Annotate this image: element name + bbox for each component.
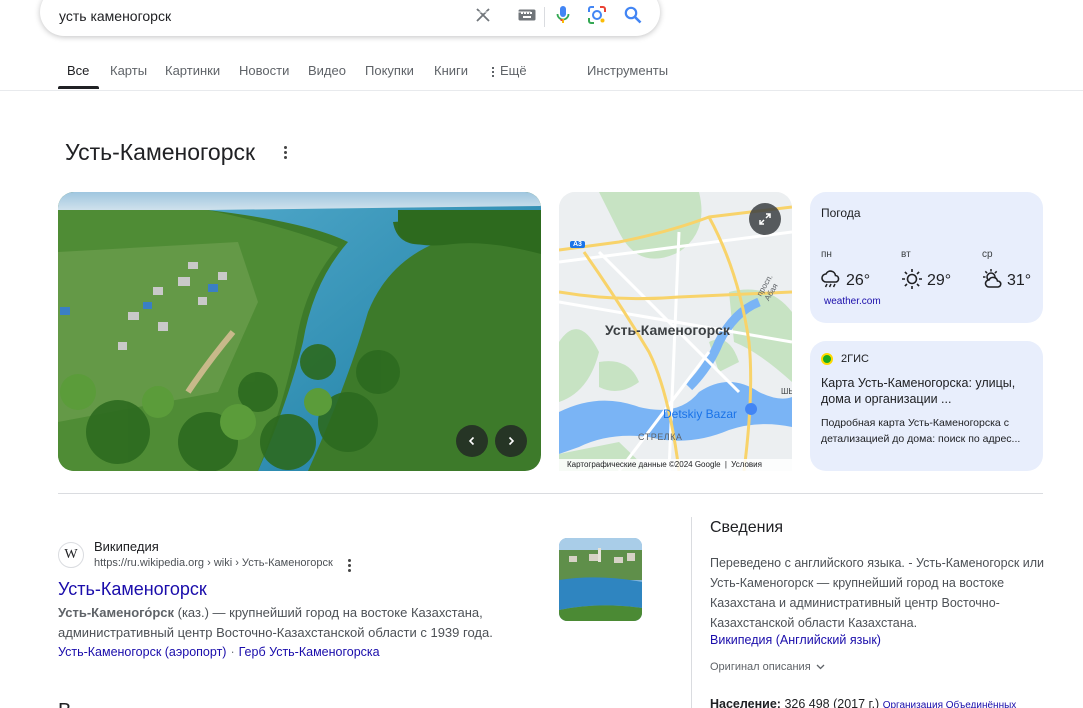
map-terms-link[interactable]: Условия — [731, 460, 762, 469]
result-sitelinks: Усть-Каменогорск (аэропорт) · Герб Усть-Ка… — [58, 645, 380, 659]
entity-title: Усть-Каменогорск — [65, 139, 256, 165]
gis-site-name: 2ГИС — [841, 353, 869, 365]
carousel-next-button[interactable] — [495, 425, 527, 457]
sitelink-separator: · — [230, 645, 235, 659]
search-box[interactable]: усть каменогорск — [40, 0, 660, 36]
population-label: Население: — [710, 697, 781, 708]
population-value: 326 498 (2017 г.) — [780, 697, 883, 708]
weather-temp-3: 31° — [1007, 272, 1032, 289]
city-thumbnail-image — [559, 538, 642, 621]
map-expand-button[interactable] — [749, 203, 781, 235]
chevron-left-icon — [468, 436, 475, 446]
sitelink-airport[interactable]: Усть-Каменогорск (аэропорт) — [58, 645, 226, 659]
sitelink-coat-of-arms[interactable]: Герб Усть-Каменогорска — [239, 645, 380, 659]
gis-card[interactable]: 2ГИС Карта Усть-Каменогорска: улицы, дом… — [810, 341, 1043, 471]
search-icon[interactable] — [622, 4, 644, 26]
info-description: Переведено с английского языка. - Усть-К… — [710, 556, 1045, 630]
population-source-link[interactable]: Организация Объединённых — [883, 700, 1017, 708]
weather-day-3: ср — [982, 249, 993, 260]
chevron-down-icon — [816, 664, 825, 670]
wikipedia-favicon: W — [58, 542, 84, 568]
carousel-progress-4 — [207, 11, 250, 13]
weather-source-link[interactable]: weather.com — [824, 296, 881, 307]
weather-day-1: пн — [821, 249, 832, 260]
tab-more[interactable]: Ещё — [492, 63, 527, 78]
map-preview[interactable]: A3 просп. Абая Усть-Каменогорск ШЫ Detsk… — [559, 192, 792, 471]
chevron-right-icon — [508, 436, 515, 446]
clear-icon[interactable] — [472, 4, 494, 26]
tab-news[interactable]: Новости — [239, 63, 289, 78]
result-url[interactable]: https://ru.wikipedia.org › wiki › Усть-К… — [94, 557, 333, 569]
partly-sunny-icon — [983, 269, 1002, 288]
carousel-progress-2 — [115, 11, 158, 13]
snippet-bold: Усть-Каменого́рск — [58, 605, 175, 620]
map-attribution-text: Картографические данные ©2024 Google — [567, 460, 721, 469]
route-badge: A3 — [570, 241, 585, 248]
weather-temp-2: 29° — [927, 272, 952, 289]
result-thumbnail[interactable] — [559, 538, 642, 621]
tab-video[interactable]: Видео — [308, 63, 346, 78]
tab-all[interactable]: Все — [67, 63, 89, 78]
map-attribution: Картографические данные ©2024 Google | У… — [559, 459, 792, 471]
weather-card[interactable]: Погода пн вт ср 26° 29° 31° weather.com — [810, 192, 1043, 323]
weather-temp-1: 26° — [846, 272, 871, 289]
original-description-toggle[interactable]: Оригинал описания — [710, 661, 825, 673]
population-row: Население: 326 498 (2017 г.) Организация… — [710, 697, 1016, 708]
entity-more-icon[interactable] — [284, 146, 288, 161]
rain-cloud-icon — [821, 270, 840, 288]
carousel-prev-button[interactable] — [456, 425, 488, 457]
map-district-label: СТРЕЛКА — [638, 432, 683, 442]
microphone-icon[interactable] — [552, 4, 574, 26]
section-divider — [58, 493, 1043, 494]
active-tab-indicator — [58, 86, 99, 89]
map-poi-label[interactable]: Detskiy Bazar — [663, 407, 737, 421]
tab-shopping[interactable]: Покупки — [365, 63, 414, 78]
gis-logo-icon — [821, 353, 833, 365]
result-title-link[interactable]: Усть-Каменогорск — [58, 579, 207, 600]
carousel-progress-3 — [161, 11, 204, 13]
search-divider — [544, 7, 545, 27]
more-vert-icon — [492, 66, 495, 77]
gis-description: Подробная карта Усть-Каменогорска с дета… — [821, 417, 1021, 445]
carousel-progress-1 — [69, 11, 112, 13]
original-description-label: Оригинал описания — [710, 661, 811, 673]
map-city-label: Усть-Каменогорск — [605, 322, 730, 338]
gis-title[interactable]: Карта Усть-Каменогорска: улицы, дома и о… — [821, 375, 1036, 407]
tab-images[interactable]: Картинки — [165, 63, 220, 78]
result-site-name[interactable]: Википедия — [94, 539, 159, 554]
next-section-heading: В — [58, 700, 71, 708]
lens-icon[interactable] — [586, 4, 608, 26]
carousel-progress-remaining — [276, 11, 531, 13]
header-divider — [0, 90, 1083, 91]
expand-icon — [759, 213, 771, 225]
weather-title: Погода — [821, 206, 861, 220]
keyboard-icon[interactable] — [516, 4, 538, 26]
weather-day-2: вт — [901, 249, 911, 260]
tab-books[interactable]: Книги — [434, 63, 468, 78]
result-snippet: Усть-Каменого́рск (каз.) — крупнейший го… — [58, 603, 528, 643]
map-district-badge: ШЫ — [781, 387, 792, 396]
carousel-progress-5 — [254, 11, 276, 13]
panel-divider — [691, 517, 692, 708]
info-wikipedia-link[interactable]: Википедия (Английский язык) — [710, 633, 881, 647]
tab-maps[interactable]: Карты — [110, 63, 147, 78]
tab-more-label: Ещё — [500, 63, 527, 78]
result-more-icon[interactable] — [348, 559, 352, 574]
tab-tools[interactable]: Инструменты — [587, 63, 668, 78]
sun-icon — [902, 269, 922, 289]
info-heading: Сведения — [710, 519, 784, 536]
